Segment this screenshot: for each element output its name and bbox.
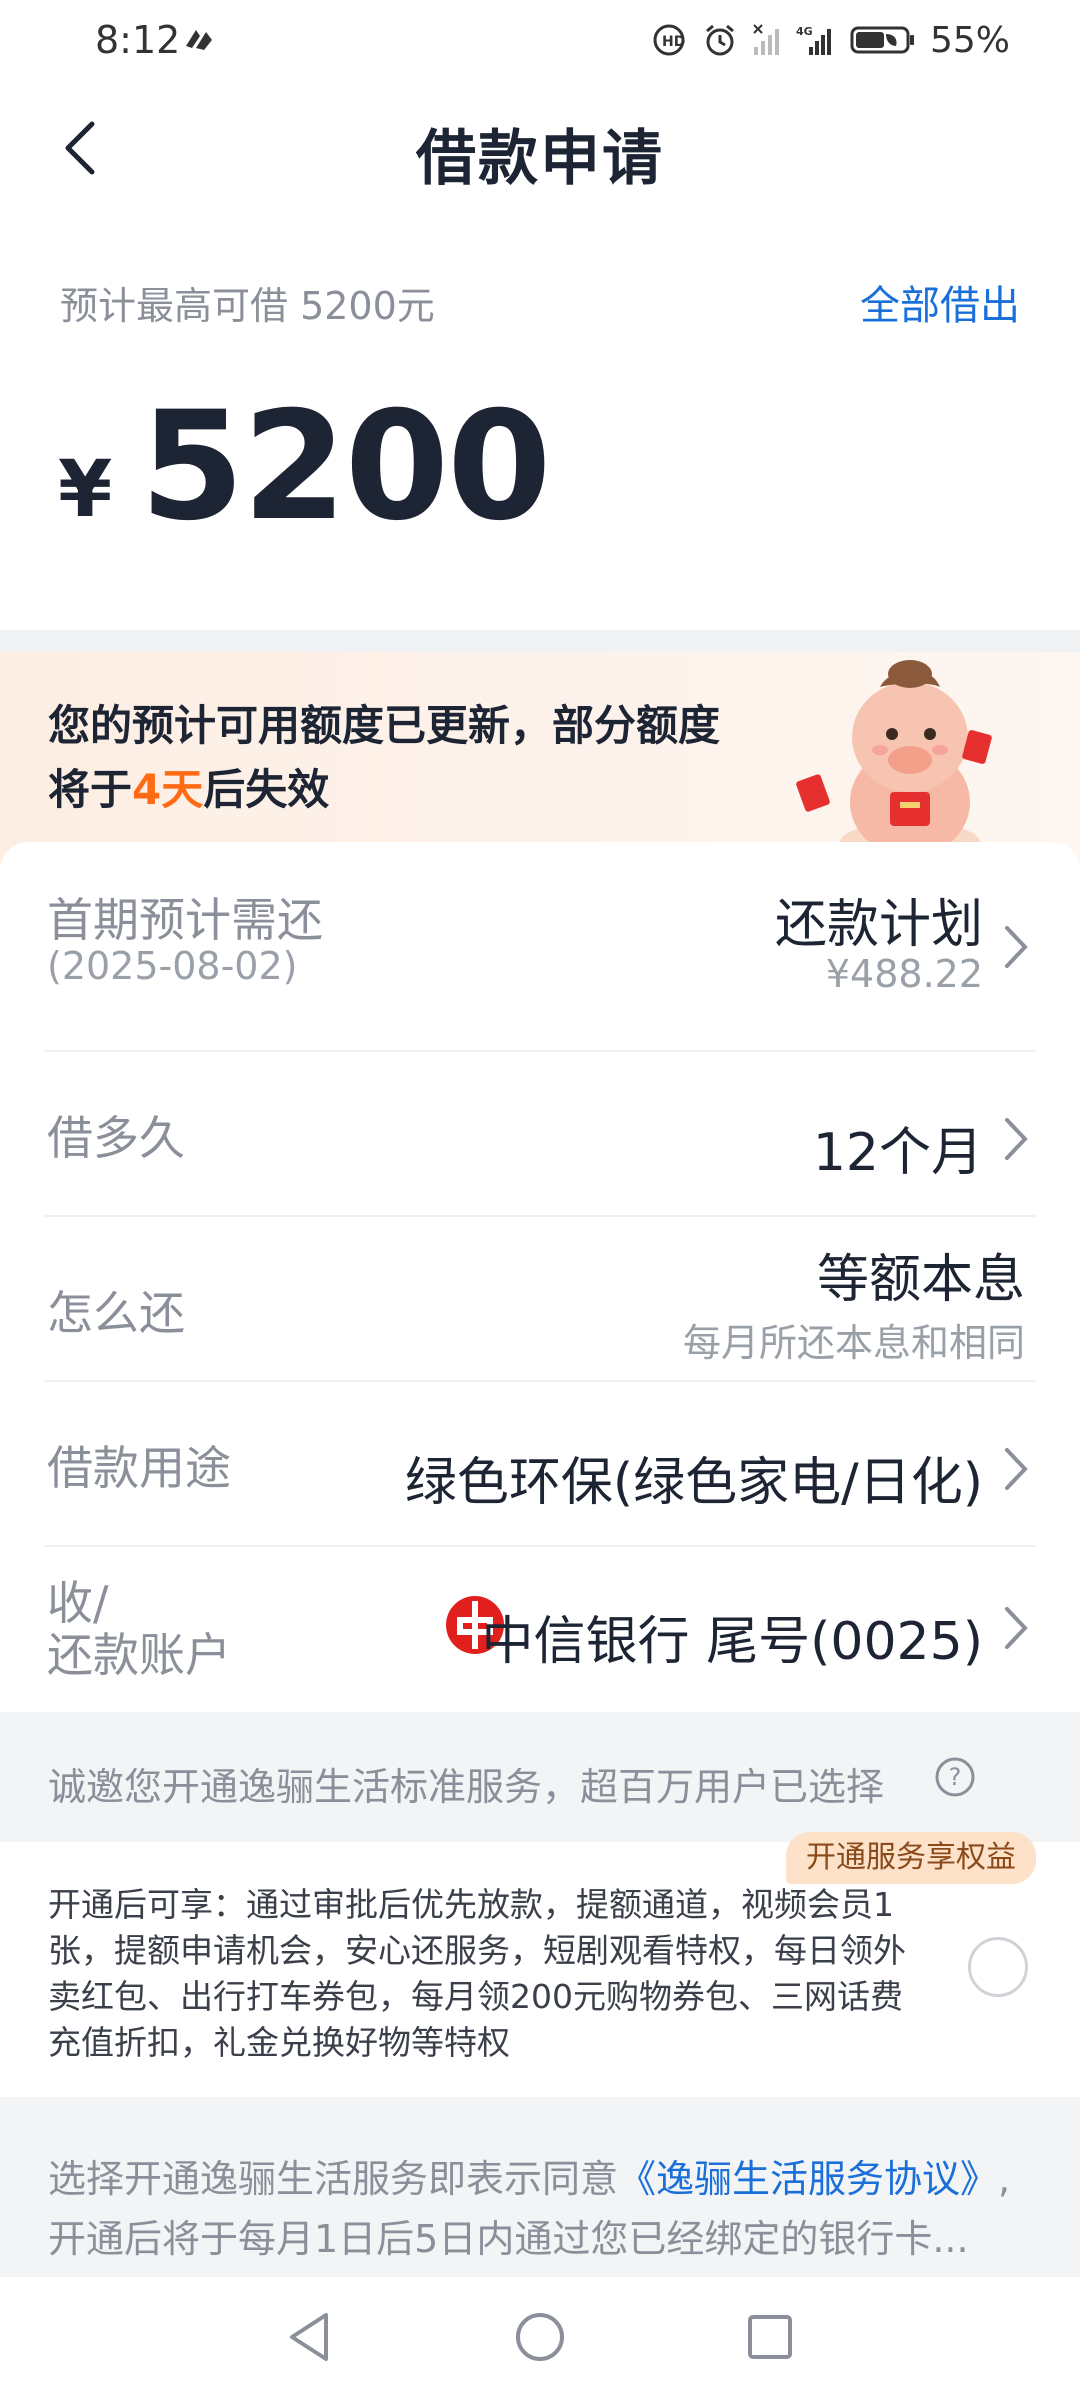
amount-input[interactable]: 5200: [140, 380, 551, 554]
status-icons: HD 4G 55%: [652, 18, 1010, 62]
repayment-method-desc: 每月所还本息和相同: [682, 1321, 1025, 1365]
repayment-plan-link[interactable]: 还款计划: [775, 882, 983, 957]
service-invite-bar: 诚邀您开通逸骊生活标准服务，超百万用户已选择 ?: [0, 1712, 1080, 1842]
service-option-card[interactable]: 开通服务享权益 开通后可享：通过审批后优先放款，提额通道，视频会员1张，提额申请…: [0, 1832, 1080, 2097]
chevron-right-icon: [1005, 1607, 1028, 1649]
nav-back-icon[interactable]: [280, 2307, 340, 2367]
system-nav-bar: [0, 2277, 1080, 2400]
days-highlight: 4天: [132, 765, 204, 814]
chevron-right-icon: [1005, 926, 1028, 968]
agreement-text: 选择开通逸骊生活服务即表示同意《逸骊生活服务协议》,开通后将于每月1日后5日内通…: [48, 2157, 1011, 2261]
loan-term-label: 借多久: [47, 1111, 185, 1165]
status-bar: 8:12 HD 4G 55%: [0, 0, 1080, 80]
battery-icon: [850, 26, 914, 54]
service-agreement-section: 选择开通逸骊生活服务即表示同意《逸骊生活服务协议》,开通后将于每月1日后5日内通…: [0, 2097, 1080, 2277]
loan-details-card: 首期预计需还 (2025-08-02) 还款计划 ¥488.22 借多久 12个…: [0, 842, 1080, 1712]
bank-account-value: 中信银行 尾号(0025): [481, 1612, 983, 1672]
first-payment-label: 首期预计需还: [47, 893, 323, 947]
page-header: 借款申请: [0, 80, 1080, 215]
loan-purpose-label: 借款用途: [47, 1441, 231, 1495]
battery-percent: 55%: [929, 19, 1010, 61]
benefit-badge: 开通服务享权益: [786, 1832, 1036, 1884]
service-invite-text: 诚邀您开通逸骊生活标准服务，超百万用户已选择: [48, 1765, 885, 1809]
svg-text:?: ?: [949, 1763, 962, 1791]
svg-text:HD: HD: [662, 34, 685, 50]
repayment-method-label: 怎么还: [47, 1286, 185, 1340]
borrow-all-link[interactable]: 全部借出: [860, 273, 1020, 331]
repayment-method-row: 怎么还 等额本息 每月所还本息和相同: [45, 1217, 1035, 1382]
chevron-right-icon: [1005, 1448, 1028, 1490]
alarm-icon: [706, 24, 734, 56]
page-title: 借款申请: [416, 124, 664, 194]
amount-section: 预计最高可借 5200元 全部借出 ¥ 5200: [0, 215, 1080, 630]
chevron-right-icon: [1005, 1118, 1028, 1160]
question-mark-icon[interactable]: ?: [934, 1756, 976, 1798]
svg-text:4G: 4G: [796, 25, 813, 38]
quota-notice-banner: 您的预计可用额度已更新，部分额度将于4天后失效: [0, 652, 1080, 872]
mascot-illustration: [796, 660, 992, 862]
currency-symbol: ¥: [58, 445, 113, 535]
loan-purpose-value: 绿色环保(绿色家电/日化): [404, 1453, 983, 1513]
4g-signal-icon: 4G: [796, 25, 831, 55]
loan-term-value: 12个月: [812, 1123, 983, 1183]
max-borrow-hint: 预计最高可借 5200元: [60, 284, 435, 328]
quota-notice-text: 您的预计可用额度已更新，部分额度将于4天后失效: [48, 701, 721, 814]
loan-purpose-row[interactable]: 借款用途 绿色环保(绿色家电/日化): [45, 1382, 1035, 1547]
service-description: 开通后可享：通过审批后优先放款，提额通道，视频会员1张，提额申请机会，安心还服务…: [48, 1885, 906, 2062]
first-payment-row[interactable]: 首期预计需还 (2025-08-02) 还款计划 ¥488.22: [45, 842, 1035, 1052]
service-agreement-link[interactable]: 《逸骊生活服务协议》: [618, 2157, 998, 2201]
repayment-method-value: 等额本息: [816, 1250, 1025, 1310]
status-time: 8:12: [95, 18, 181, 62]
no-signal-icon: [753, 24, 779, 55]
nav-recents-icon[interactable]: [740, 2307, 800, 2367]
first-payment-date: (2025-08-02): [47, 944, 298, 988]
section-divider: [0, 630, 1080, 652]
loan-term-row[interactable]: 借多久 12个月: [45, 1052, 1035, 1217]
service-select-radio[interactable]: [968, 1937, 1028, 1997]
bank-account-label-line2: 还款账户: [47, 1628, 231, 1682]
nav-home-icon[interactable]: [510, 2307, 570, 2367]
first-payment-amount: ¥488.22: [825, 952, 983, 996]
network-speed-icon: [186, 30, 212, 50]
volte-icon: HD: [653, 24, 685, 56]
bank-account-row[interactable]: 收/ 还款账户 中信银行 尾号(0025): [45, 1547, 1035, 1712]
